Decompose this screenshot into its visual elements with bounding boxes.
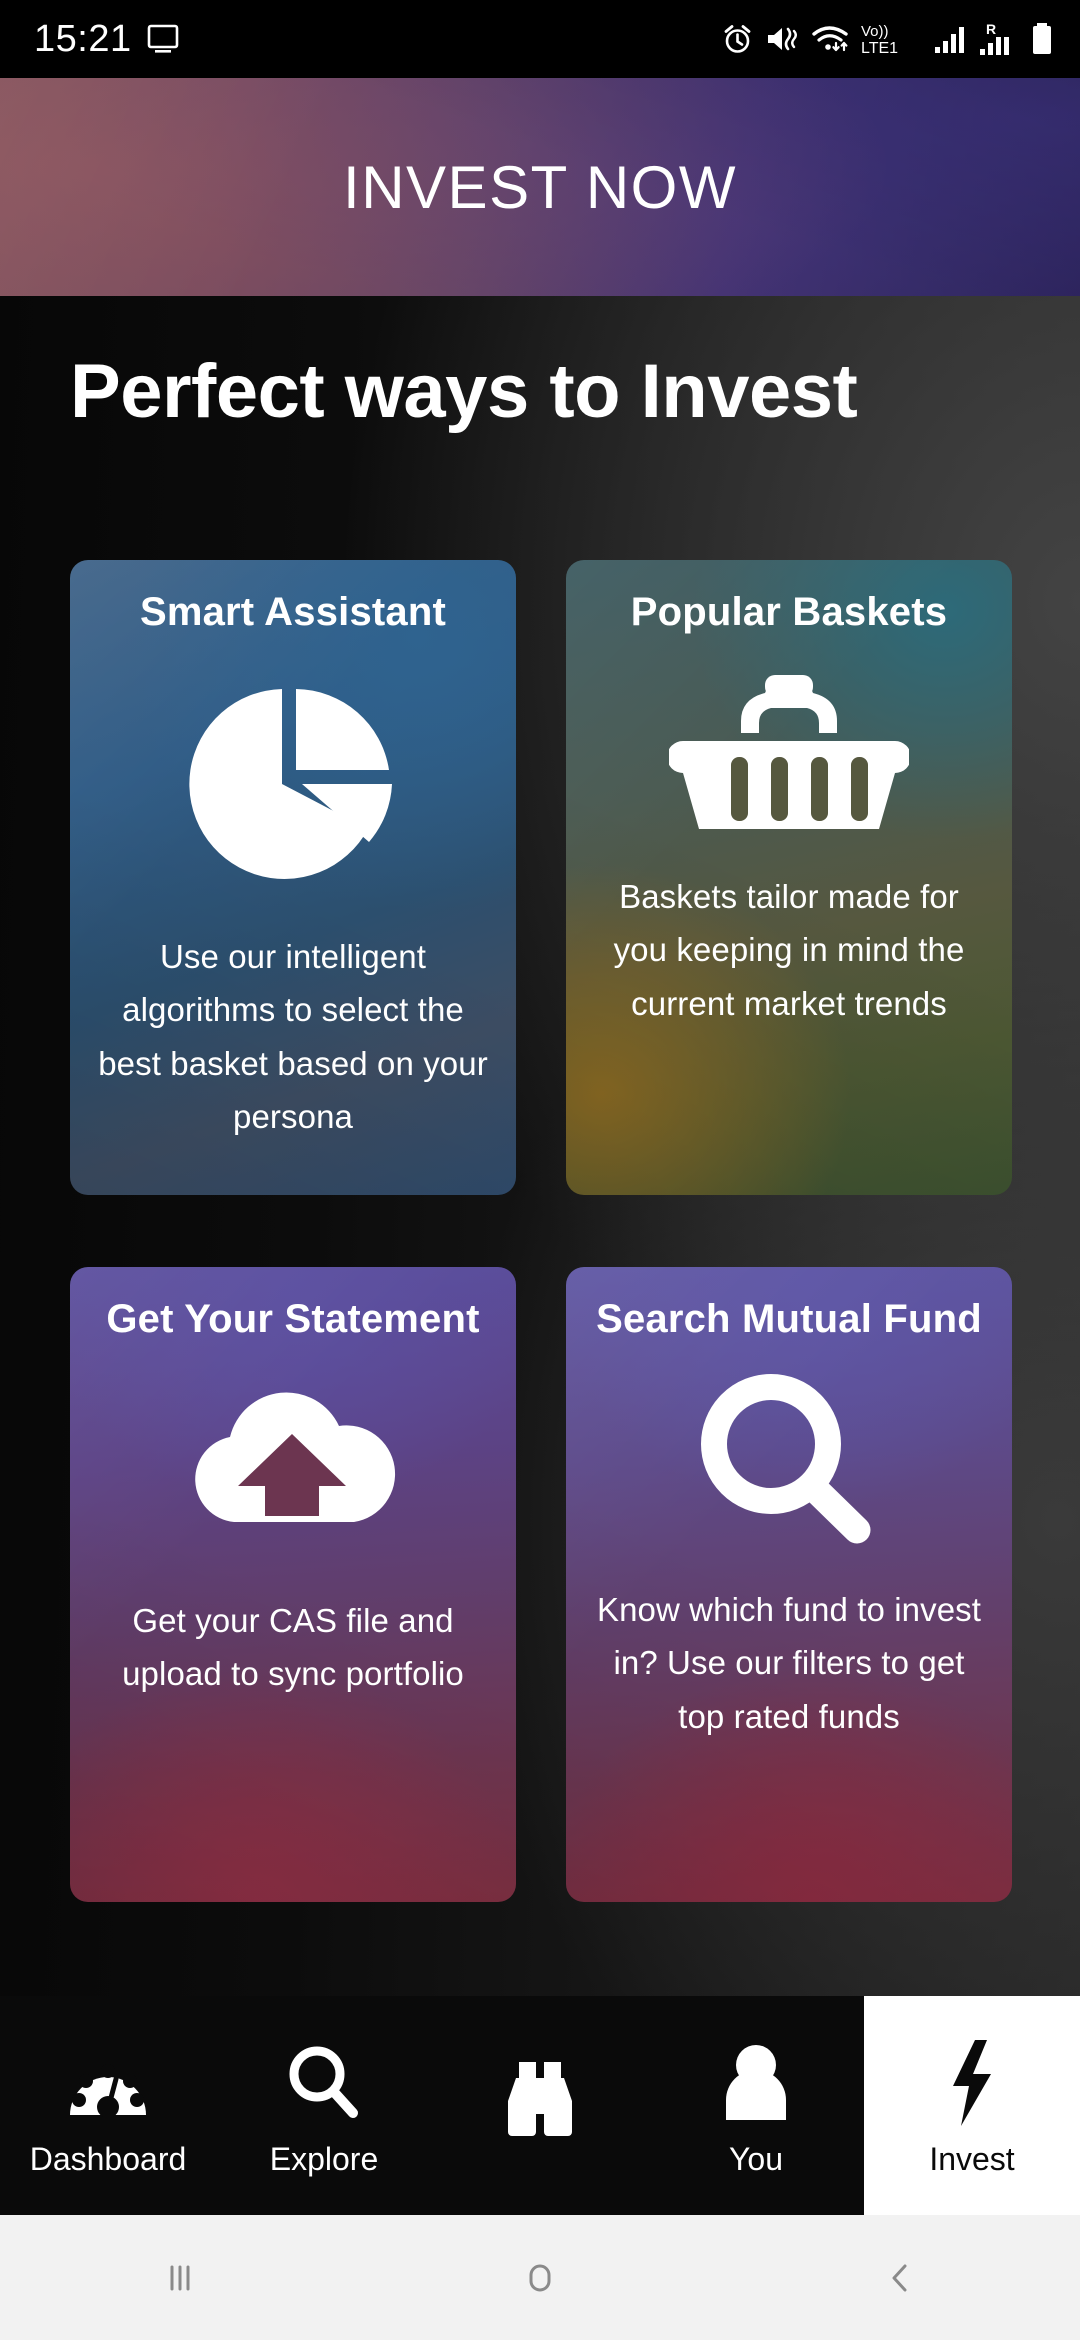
battery-icon <box>1030 22 1054 56</box>
pie-chart-icon <box>178 681 408 886</box>
signal-bars-icon <box>934 24 968 54</box>
status-bar: 15:21 Vo)) LTE1 R <box>0 0 1080 78</box>
content-area: Perfect ways to Invest Smart Assistant U… <box>0 296 1080 1996</box>
status-bar-left: 15:21 <box>34 18 180 61</box>
alarm-icon <box>721 23 754 56</box>
person-icon <box>720 2037 792 2129</box>
recent-apps-icon[interactable] <box>0 2256 360 2300</box>
volte-icon: Vo)) LTE1 <box>861 22 923 56</box>
nav-label: Dashboard <box>29 2140 187 2177</box>
speedometer-icon <box>67 2037 149 2129</box>
svg-text:LTE1: LTE1 <box>861 40 898 56</box>
nav-label: Invest <box>929 2140 1015 2177</box>
card-title: Search Mutual Fund <box>596 1297 982 1341</box>
desktop-monitor-icon <box>146 24 180 54</box>
card-popular-baskets[interactable]: Popular Baskets Baskets tailor made for … <box>566 560 1012 1195</box>
bottom-navigation-bar: Dashboard Explore You Invest <box>0 1996 1080 2215</box>
nav-item-you[interactable]: You <box>648 1996 864 2215</box>
system-navigation-bar <box>0 2215 1080 2340</box>
nav-item-dashboard[interactable]: Dashboard <box>0 1996 216 2215</box>
svg-text:R: R <box>986 22 996 37</box>
status-bar-right: Vo)) LTE1 R <box>721 22 1054 56</box>
card-smart-assistant[interactable]: Smart Assistant Use our intelligent algo… <box>70 560 516 1195</box>
roaming-signal-icon: R <box>979 22 1019 56</box>
invest-now-banner: INVEST NOW <box>0 78 1080 296</box>
card-description: Use our intelligent algorithms to select… <box>98 937 488 1136</box>
nav-item-explore[interactable]: Explore <box>216 1996 432 2215</box>
card-get-statement[interactable]: Get Your Statement Get your CAS file and… <box>70 1267 516 1902</box>
nav-item-binoculars[interactable] <box>432 1996 648 2215</box>
svg-text:Vo)): Vo)) <box>861 23 889 40</box>
shopping-basket-icon <box>669 661 909 836</box>
lightning-bolt-icon <box>943 2037 1001 2129</box>
card-title: Smart Assistant <box>139 590 447 634</box>
status-time: 15:21 <box>34 17 132 60</box>
nav-label: You <box>729 2140 783 2177</box>
card-title: Get Your Statement <box>106 1297 480 1341</box>
binoculars-icon <box>494 2053 586 2145</box>
home-icon[interactable] <box>360 2256 720 2300</box>
magnifier-icon <box>284 2037 364 2129</box>
mute-vibrate-icon <box>765 24 799 54</box>
banner-title: INVEST NOW <box>343 153 737 221</box>
wifi-icon <box>810 23 850 55</box>
card-description: Know which fund to invest in? Use our fi… <box>596 1590 982 1735</box>
page-title: Perfect ways to Invest <box>70 349 858 434</box>
card-title: Popular Baskets <box>630 590 948 634</box>
card-description: Get your CAS file and upload to sync por… <box>122 1601 464 1693</box>
magnifier-icon <box>689 1372 889 1547</box>
cloud-upload-icon <box>176 1382 411 1542</box>
nav-item-invest[interactable]: Invest <box>864 1996 1080 2215</box>
card-search-mutual-fund[interactable]: Search Mutual Fund Know which fund to in… <box>566 1267 1012 1902</box>
back-icon[interactable] <box>720 2256 1080 2300</box>
phone-screen: 15:21 Vo)) LTE1 R INVEST NOW Perfect way… <box>0 0 1080 2340</box>
invest-options-grid: Smart Assistant Use our intelligent algo… <box>70 560 1012 1902</box>
nav-label: Explore <box>269 2140 379 2177</box>
card-description: Baskets tailor made for you keeping in m… <box>613 877 965 1022</box>
